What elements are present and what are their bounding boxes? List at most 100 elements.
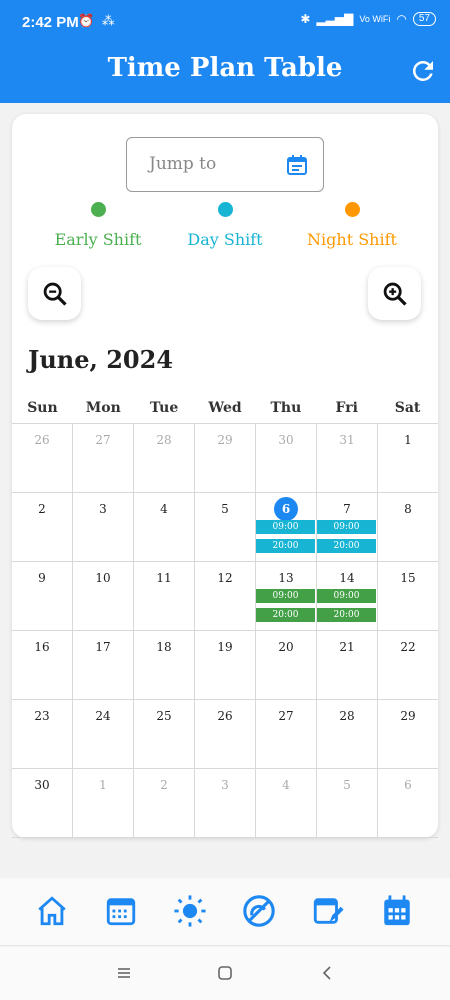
- calendar-day-cell[interactable]: 15: [378, 562, 438, 631]
- sun-icon[interactable]: [173, 894, 207, 928]
- calendar-day-cell[interactable]: 2: [12, 493, 73, 562]
- calendar-day-cell[interactable]: 1: [73, 769, 134, 838]
- day-number: 29: [400, 709, 416, 723]
- early-shift-block[interactable]: 09:00: [317, 589, 376, 603]
- day-shift-block[interactable]: 20:00: [317, 539, 376, 553]
- day-number: 5: [343, 778, 351, 792]
- calendar-day-cell[interactable]: 16: [12, 631, 73, 700]
- home-icon[interactable]: [35, 894, 69, 928]
- today-day-number: 6: [274, 497, 298, 521]
- calendar-day-cell[interactable]: 28: [134, 424, 195, 493]
- calendar-day-cell[interactable]: 6 09:00 20:00: [256, 493, 317, 562]
- calendar-day-cell[interactable]: 5: [317, 769, 378, 838]
- day-number: 4: [282, 778, 290, 792]
- legend-night: Night Shift: [282, 202, 422, 249]
- calendar-day-cell[interactable]: 12: [195, 562, 256, 631]
- day-number: 2: [160, 778, 168, 792]
- calendar-day-cell[interactable]: 2: [134, 769, 195, 838]
- zoom-in-icon: [383, 282, 407, 306]
- calendar-day-cell[interactable]: 29: [195, 424, 256, 493]
- calendar-day-cell[interactable]: 3: [195, 769, 256, 838]
- calendar-icon[interactable]: [285, 153, 309, 177]
- day-number: 26: [217, 709, 233, 723]
- day-shift-block[interactable]: 09:00: [317, 520, 376, 534]
- day-number: 3: [99, 502, 107, 516]
- calendar-day-cell[interactable]: 26: [195, 700, 256, 769]
- refresh-icon[interactable]: [408, 56, 438, 86]
- day-number: 18: [156, 640, 172, 654]
- day-number: 3: [221, 778, 229, 792]
- battery-icon: 57: [412, 12, 436, 26]
- bottom-nav: [0, 878, 450, 946]
- calendar-day-cell[interactable]: 7 09:00 20:00: [317, 493, 378, 562]
- day-number: 31: [339, 433, 355, 447]
- zoom-in-button[interactable]: [368, 267, 421, 320]
- day-number: 10: [95, 571, 111, 585]
- home-button-icon[interactable]: [215, 963, 235, 983]
- weekday-sun: Sun: [27, 400, 58, 416]
- app-bar: Time Plan Table: [0, 40, 450, 103]
- calendar-day-cell[interactable]: 10: [73, 562, 134, 631]
- day-shift-block[interactable]: 09:00: [256, 520, 315, 534]
- calendar-day-cell[interactable]: 18: [134, 631, 195, 700]
- legend-early-label: Early Shift: [54, 230, 142, 249]
- calendar-day-cell[interactable]: 30: [256, 424, 317, 493]
- weekday-sat: Sat: [394, 400, 421, 416]
- calendar-day-cell[interactable]: 30: [12, 769, 73, 838]
- calendar-day-cell[interactable]: 1: [378, 424, 438, 493]
- day-shift-block[interactable]: 20:00: [256, 539, 315, 553]
- calendar-grid-icon[interactable]: [104, 894, 138, 928]
- day-number: 21: [339, 640, 355, 654]
- calendar-day-cell[interactable]: 17: [73, 631, 134, 700]
- early-shift-block[interactable]: 20:00: [317, 608, 376, 622]
- day-number: 4: [160, 502, 168, 516]
- calendar-day-cell[interactable]: 6: [378, 769, 438, 838]
- network-label: Vo WiFi: [359, 13, 391, 24]
- calendar-day-cell[interactable]: 24: [73, 700, 134, 769]
- calendar-day-cell[interactable]: 29: [378, 700, 438, 769]
- calendar-day-cell[interactable]: 5: [195, 493, 256, 562]
- day-number: 27: [278, 709, 294, 723]
- calendar-day-cell[interactable]: 25: [134, 700, 195, 769]
- calendar-day-cell[interactable]: 11: [134, 562, 195, 631]
- calendar-day-cell[interactable]: 26: [12, 424, 73, 493]
- zoom-out-button[interactable]: [28, 267, 81, 320]
- early-shift-block[interactable]: 20:00: [256, 608, 315, 622]
- calendar-day-cell[interactable]: 27: [73, 424, 134, 493]
- calendar-day-cell[interactable]: 21: [317, 631, 378, 700]
- calendar-day-cell[interactable]: 13 09:00 20:00: [256, 562, 317, 631]
- bluetooth-icon: ✱: [300, 12, 311, 26]
- calendar-day-cell[interactable]: 4: [256, 769, 317, 838]
- calendar-day-cell[interactable]: 14 09:00 20:00: [317, 562, 378, 631]
- early-shift-block[interactable]: 09:00: [256, 589, 315, 603]
- calendar-day-cell[interactable]: 31: [317, 424, 378, 493]
- wifi-icon: ◠: [396, 12, 407, 26]
- status-right: ✱ ▂▃▅▇ Vo WiFi ◠ 57: [300, 12, 436, 26]
- calendar-edit-icon[interactable]: [311, 894, 345, 928]
- no-sun-icon[interactable]: [242, 894, 276, 928]
- calendar-day-cell[interactable]: 19: [195, 631, 256, 700]
- day-number: 27: [95, 433, 111, 447]
- day-number: 22: [400, 640, 416, 654]
- calendar-day-cell[interactable]: 27: [256, 700, 317, 769]
- calendar-day-cell[interactable]: 28: [317, 700, 378, 769]
- calendar-day-cell[interactable]: 20: [256, 631, 317, 700]
- early-dot: [90, 202, 106, 217]
- calendar-day-cell[interactable]: 8: [378, 493, 438, 562]
- back-icon[interactable]: [318, 963, 338, 983]
- recents-icon[interactable]: [114, 963, 134, 983]
- jump-to-field[interactable]: Jump to: [126, 137, 324, 192]
- legend-night-label: Night Shift: [307, 230, 397, 249]
- day-number: 19: [217, 640, 233, 654]
- calendar-month-icon[interactable]: [380, 894, 414, 928]
- day-number: 16: [34, 640, 50, 654]
- calendar-day-cell[interactable]: 4: [134, 493, 195, 562]
- calendar-day-cell[interactable]: 3: [73, 493, 134, 562]
- calendar-day-cell[interactable]: 23: [12, 700, 73, 769]
- weekday-mon: Mon: [85, 400, 121, 416]
- legend-day: Day Shift: [155, 202, 295, 249]
- calendar-day-cell[interactable]: 9: [12, 562, 73, 631]
- day-number: 28: [156, 433, 172, 447]
- calendar-day-cell[interactable]: 22: [378, 631, 438, 700]
- page-title: Time Plan Table: [107, 53, 343, 83]
